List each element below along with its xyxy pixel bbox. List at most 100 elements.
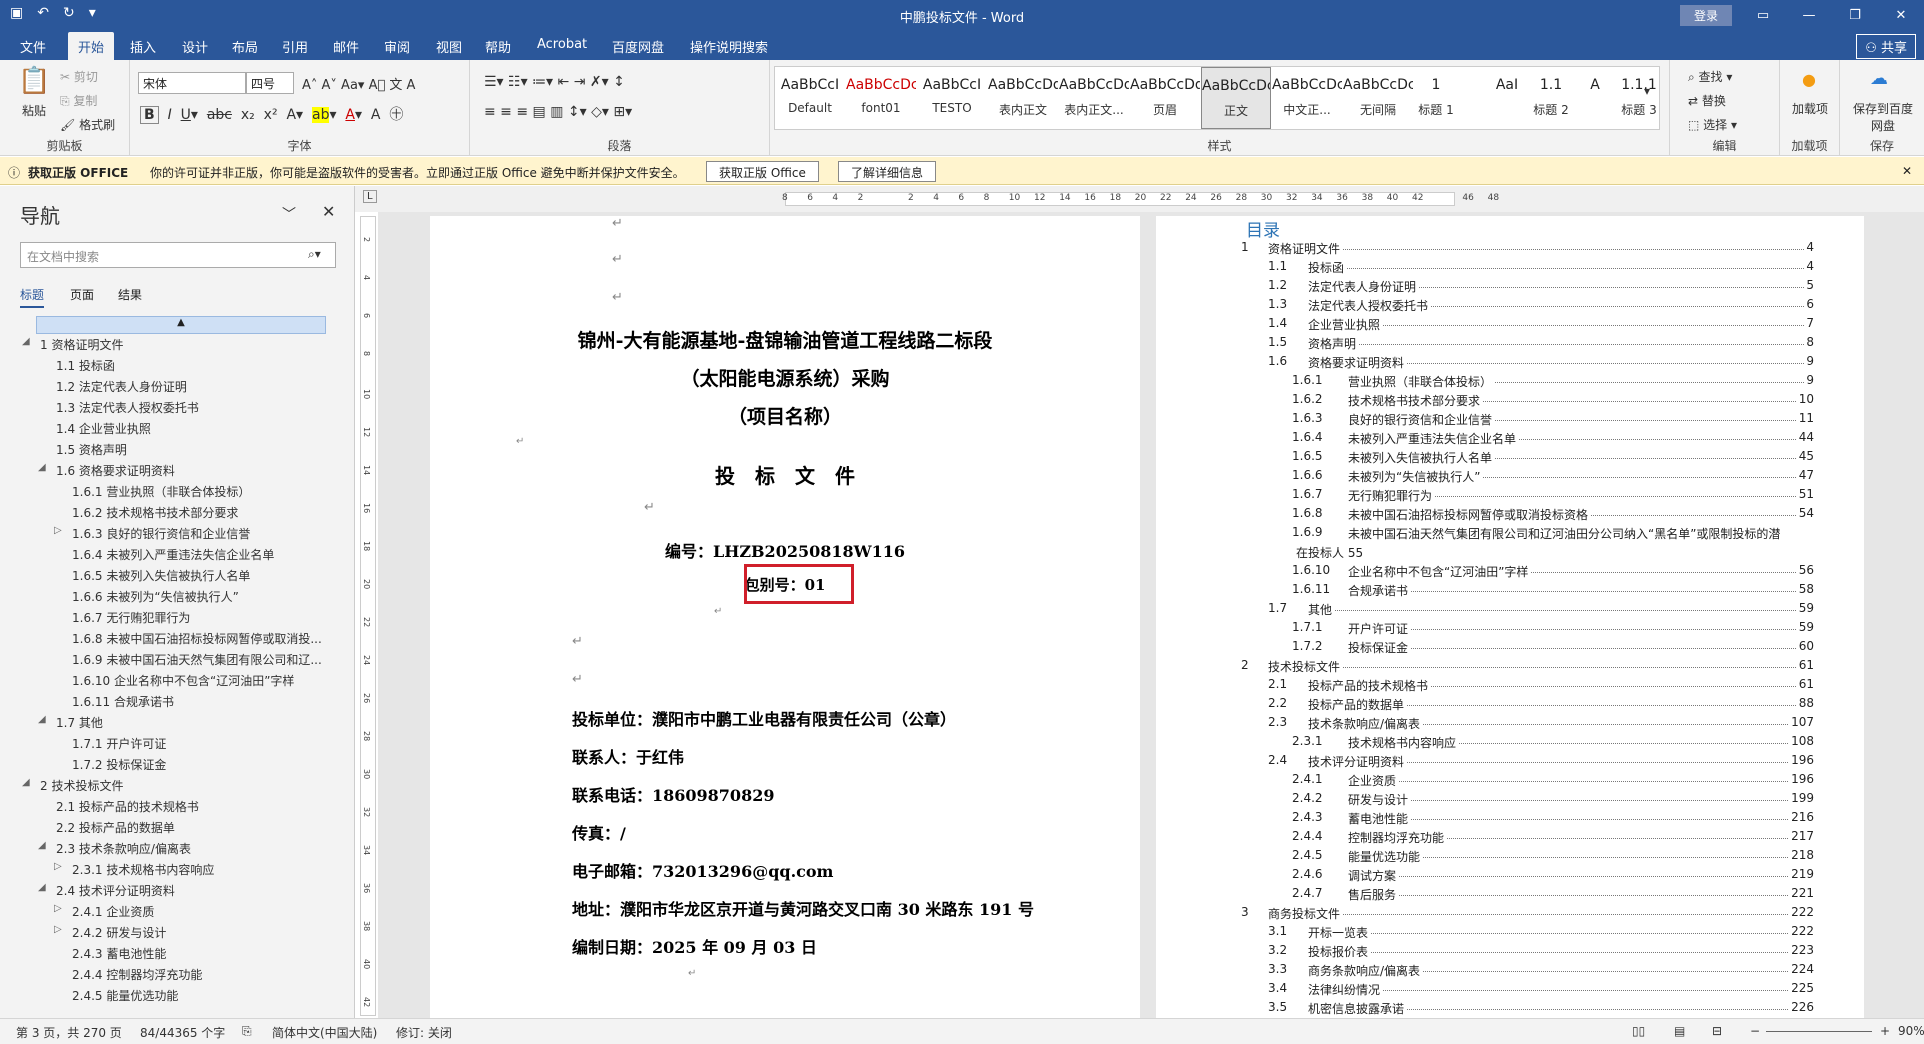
language[interactable]: 简体中文(中国大陆) <box>272 1024 377 1041</box>
web-layout-icon[interactable]: ⊟ <box>1712 1024 1722 1038</box>
toc-entry[interactable]: 3.2 投标报价表 223 <box>1156 943 1864 961</box>
proofing-icon[interactable]: ⎘ <box>242 1024 252 1039</box>
style-item[interactable]: AaBbCcDdE 页眉 <box>1130 67 1200 129</box>
nav-heading-item[interactable]: 1.4 企业营业执照 <box>56 420 151 437</box>
tab-6[interactable]: 邮件 <box>333 37 359 56</box>
addin-icon[interactable]: ● <box>1802 70 1816 89</box>
close-button[interactable]: ✕ <box>1878 0 1924 30</box>
get-office-button[interactable]: 获取正版 Office <box>706 161 819 182</box>
toc-entry[interactable]: 3 商务投标文件 222 <box>1156 905 1864 923</box>
maximize-button[interactable]: ❐ <box>1832 0 1878 30</box>
word-count[interactable]: 84/44365 个字 <box>140 1024 225 1041</box>
tab-7[interactable]: 审阅 <box>384 37 410 56</box>
nav-heading-item[interactable]: 1.6.1 营业执照（非联合体投标） <box>72 483 250 500</box>
tab-11[interactable]: 百度网盘 <box>612 37 664 56</box>
style-item[interactable]: AaBbCcDdI 表内正文... <box>1059 67 1129 129</box>
expand-icon[interactable]: ▷ <box>54 525 62 536</box>
style-item[interactable]: 1.1.1 标题 3 <box>1617 67 1661 129</box>
nav-tab-1[interactable]: 页面 <box>70 286 94 303</box>
toc-entry[interactable]: 3.1 开标一览表 222 <box>1156 924 1864 942</box>
nav-heading-item[interactable]: 1.6.9 未被中国石油天然气集团有限公司和辽... <box>72 651 322 668</box>
expand-icon[interactable]: ◢ <box>22 777 30 788</box>
toc-entry[interactable]: 2.4.1 企业资质 196 <box>1156 772 1864 790</box>
page-count[interactable]: 第 3 页，共 270 页 <box>16 1024 122 1041</box>
toc-entry[interactable]: 2.3 技术条款响应/偏离表 107 <box>1156 715 1864 733</box>
nav-heading-item[interactable]: 1.6.8 未被中国石油招标投标网暂停或取消投... <box>72 630 322 647</box>
toc-entry[interactable]: 1.7.2 投标保证金 60 <box>1156 639 1864 657</box>
style-item[interactable]: AaBbCcDc 无间隔 <box>1343 67 1413 129</box>
nav-heading-item[interactable]: 2.1 投标产品的技术规格书 <box>56 798 199 815</box>
toc-entry[interactable]: 1.1 投标函 4 <box>1156 259 1864 277</box>
expand-icon[interactable]: ▷ <box>54 861 62 872</box>
tab-4[interactable]: 布局 <box>232 37 258 56</box>
nav-heading-item[interactable]: ▷ 2.4.1 企业资质 <box>54 903 154 920</box>
nav-heading-item[interactable]: 1.7.1 开户许可证 <box>72 735 166 752</box>
nav-heading-item[interactable]: 1.1 投标函 <box>56 357 115 374</box>
nav-heading-item[interactable]: 2.4.3 蓄电池性能 <box>72 945 166 962</box>
toc-entry[interactable]: 3.3 商务条款响应/偏离表 224 <box>1156 962 1864 980</box>
expand-icon[interactable]: ◢ <box>38 840 46 851</box>
style-item[interactable]: AaBbCcI TESTO <box>917 67 987 129</box>
nav-heading-item[interactable]: 1.7.2 投标保证金 <box>72 756 166 773</box>
toc-entry[interactable]: 1.6.4 未被列入严重违法失信企业名单 44 <box>1156 430 1864 448</box>
style-item[interactable]: 1 标题 1 <box>1414 67 1458 129</box>
nav-heading-item[interactable]: 2.4.5 能量优选功能 <box>72 987 178 1004</box>
tab-8[interactable]: 视图 <box>436 37 462 56</box>
style-item[interactable]: A <box>1573 67 1617 129</box>
zoom-in-icon[interactable]: + <box>1880 1024 1890 1038</box>
tab-12[interactable]: 操作说明搜索 <box>690 37 768 56</box>
list-indent-icons[interactable]: ☰▾ ☷▾ ≔▾ ⇤ ⇥ ✗▾ ↕ <box>484 74 625 90</box>
nav-heading-item[interactable]: 1.5 资格声明 <box>56 441 127 458</box>
nav-heading-item[interactable]: 2.2 投标产品的数据单 <box>56 819 175 836</box>
copy-button[interactable]: ⎘ 复制 <box>60 92 97 109</box>
nav-scroll-up-icon[interactable]: ▲ <box>36 316 326 334</box>
nav-heading-item[interactable]: ▷ 1.6.3 良好的银行资信和企业信誉 <box>54 525 250 542</box>
toc-entry[interactable]: 2.1 投标产品的技术规格书 61 <box>1156 677 1864 695</box>
share-button[interactable]: ⚇ 共享 <box>1856 34 1916 59</box>
expand-icon[interactable]: ◢ <box>38 462 46 473</box>
toc-entry[interactable]: 1.7.1 开户许可证 59 <box>1156 620 1864 638</box>
ribbon-display-icon[interactable]: ▭ <box>1740 0 1786 30</box>
nav-close-icon[interactable]: ✕ <box>322 202 335 221</box>
minimize-button[interactable]: — <box>1786 0 1832 30</box>
tab-3[interactable]: 设计 <box>182 37 208 56</box>
nav-options-icon[interactable]: ﹀ <box>282 204 296 224</box>
ruler-scale[interactable]: 8 6 4 2 2 4 6 8 10 12 14 16 18 20 22 24 26 28 30 32 34 36 38 40… <box>782 192 1499 206</box>
nav-heading-item[interactable]: ◢ 1.6 资格要求证明资料 <box>38 462 175 479</box>
zoom-slider[interactable] <box>1766 1031 1872 1032</box>
close-msg-icon[interactable]: ✕ <box>1902 164 1912 178</box>
nav-heading-item[interactable]: ◢ 2.3 技术条款响应/偏离表 <box>38 840 191 857</box>
toc-entry[interactable]: 3.4 法律纠纷情况 225 <box>1156 981 1864 999</box>
toc-entry[interactable]: 2.4.7 售后服务 221 <box>1156 886 1864 904</box>
paste-icon[interactable]: 📋 <box>18 66 50 96</box>
font-grow-shrink-icons[interactable]: A˄ A˅ Aa▾ A⃠ 文 A <box>302 74 415 93</box>
expand-icon[interactable]: ◢ <box>22 336 30 347</box>
format-painter-button[interactable]: 🖌 格式刷 <box>60 116 115 133</box>
paste-button[interactable]: 粘贴 <box>22 102 46 119</box>
toc-entry[interactable]: 2.3.1 技术规格书内容响应 108 <box>1156 734 1864 752</box>
style-item[interactable]: AaBbCcDc font01 <box>846 67 916 129</box>
zoom-level[interactable]: 90% <box>1898 1024 1924 1038</box>
font-format-icons[interactable]: B I U▾ abc x₂ x² A▾ ab▾ A▾ A ㊉ <box>140 104 403 124</box>
toc-entry[interactable]: 1.6.5 未被列入失信被执行人名单 45 <box>1156 449 1864 467</box>
style-item[interactable]: 1.1 标题 2 <box>1529 67 1573 129</box>
toc-entry[interactable]: 2.2 投标产品的数据单 88 <box>1156 696 1864 714</box>
styles-more-icon[interactable]: ▾ <box>1644 84 1650 98</box>
nav-heading-item[interactable]: 1.6.11 合规承诺书 <box>72 693 174 710</box>
expand-icon[interactable]: ◢ <box>38 882 46 893</box>
tab-0[interactable]: 文件 <box>20 37 46 56</box>
baidu-cloud-icon[interactable]: ☁ <box>1870 68 1888 89</box>
toc-entry[interactable]: 2.4 技术评分证明资料 196 <box>1156 753 1864 771</box>
nav-heading-item[interactable]: 1.6.5 未被列入失信被执行人名单 <box>72 567 250 584</box>
expand-icon[interactable]: ◢ <box>38 714 46 725</box>
font-name-select[interactable]: 宋体 <box>138 72 246 94</box>
print-layout-icon[interactable]: ▤ <box>1674 1024 1685 1038</box>
style-item[interactable]: AaBbCcDc 正文 <box>1201 67 1271 129</box>
learn-more-button[interactable]: 了解详细信息 <box>838 161 937 182</box>
nav-heading-item[interactable]: ▷ 2.4.2 研发与设计 <box>54 924 166 941</box>
nav-heading-item[interactable]: ◢ 1.7 其他 <box>38 714 103 731</box>
nav-heading-item[interactable]: 2.4.4 控制器均浮充功能 <box>72 966 202 983</box>
toc-entry[interactable]: 2.4.3 蓄电池性能 216 <box>1156 810 1864 828</box>
toc-entry[interactable]: 1.6.8 未被中国石油招标投标网暂停或取消投标资格 54 <box>1156 506 1864 524</box>
nav-heading-item[interactable]: ◢ 1 资格证明文件 <box>22 336 123 353</box>
